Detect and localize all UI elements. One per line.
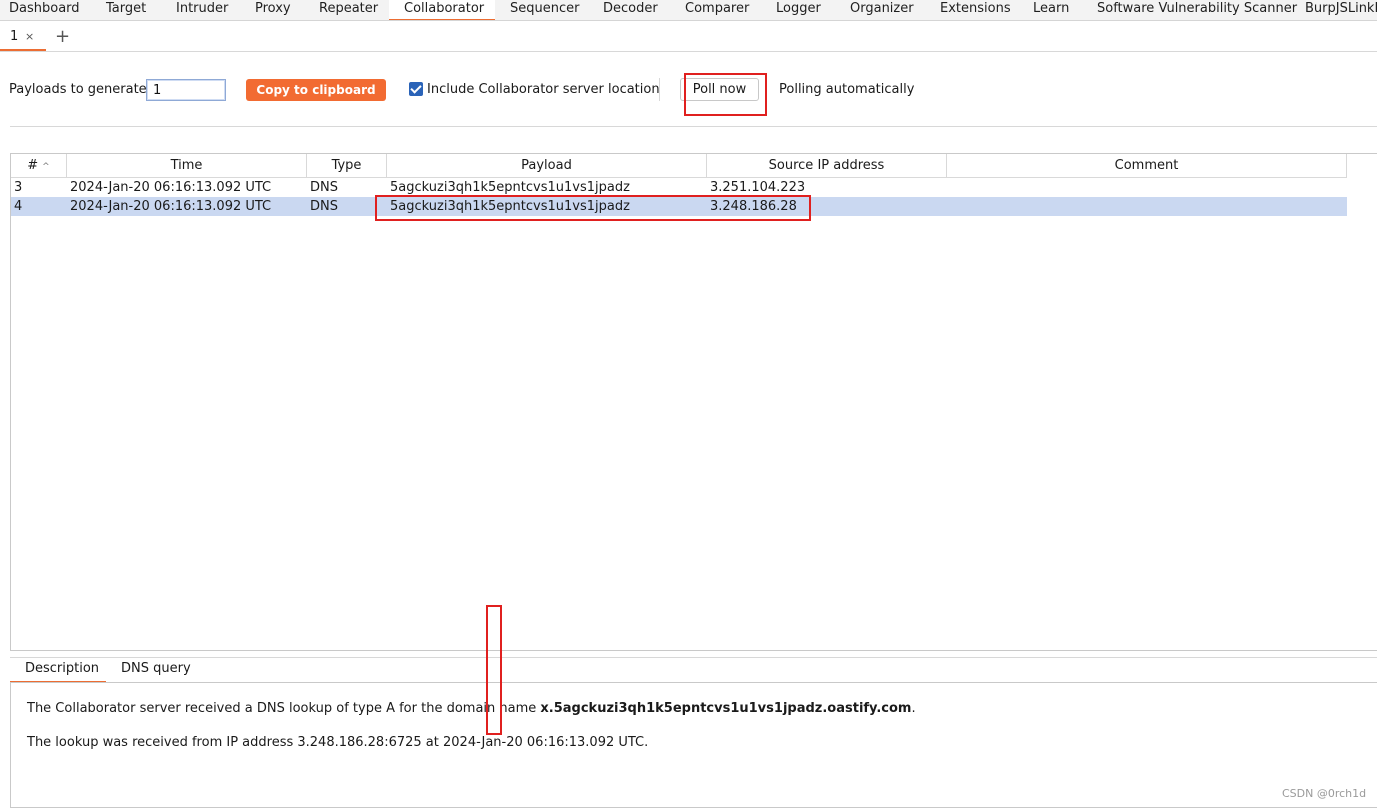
tab-dashboard[interactable]: Dashboard — [9, 0, 80, 20]
sub-tab-1[interactable]: 1 × — [0, 22, 46, 51]
column-header-type[interactable]: Type — [307, 154, 387, 178]
tab-extensions[interactable]: Extensions — [940, 0, 1011, 20]
tab-organizer[interactable]: Organizer — [850, 0, 914, 20]
annotation-box-subdomain — [486, 605, 502, 735]
description-line-source: The lookup was received from IP address … — [27, 735, 649, 750]
annotation-box-payload-ip — [375, 195, 811, 221]
tab-intruder[interactable]: Intruder — [176, 0, 228, 20]
cell-number: 4 — [14, 199, 23, 214]
tab-repeater[interactable]: Repeater — [319, 0, 378, 20]
cell-number: 3 — [14, 180, 23, 195]
payloads-count-input[interactable] — [146, 79, 226, 101]
tab-logger[interactable]: Logger — [776, 0, 821, 20]
column-header-comment[interactable]: Comment — [947, 154, 1347, 178]
description-panel: The Collaborator server received a DNS l… — [10, 682, 1377, 808]
burp-suite-window: Dashboard Target Intruder Proxy Repeater… — [0, 0, 1377, 808]
tab-collaborator[interactable]: Collaborator — [389, 0, 495, 20]
cell-type: DNS — [310, 180, 338, 195]
tab-decoder[interactable]: Decoder — [603, 0, 658, 20]
tab-burpjslinkfinder[interactable]: BurpJSLinkFi — [1305, 0, 1377, 20]
sort-ascending-icon: ^ — [42, 162, 50, 172]
domain-name: x.5agckuzi3qh1k5epntcvs1u1vs1jpadz.oasti… — [540, 701, 912, 716]
cell-type: DNS — [310, 199, 338, 214]
payloads-to-generate-label: Payloads to generate: — [9, 82, 152, 97]
tab-description[interactable]: Description — [10, 661, 106, 683]
copy-to-clipboard-button[interactable]: Copy to clipboard — [246, 79, 386, 101]
tab-software-vulnerability-scanner[interactable]: Software Vulnerability Scanner — [1097, 0, 1297, 20]
description-line-lookup: The Collaborator server received a DNS l… — [27, 701, 916, 716]
include-server-location-checkbox[interactable] — [409, 82, 423, 96]
tab-proxy[interactable]: Proxy — [255, 0, 291, 20]
cell-time: 2024-Jan-20 06:16:13.092 UTC — [70, 199, 272, 214]
include-server-location-label: Include Collaborator server location — [427, 82, 660, 97]
tab-dns-query[interactable]: DNS query — [121, 661, 191, 683]
column-header-time[interactable]: Time — [67, 154, 307, 178]
tab-sequencer[interactable]: Sequencer — [510, 0, 579, 20]
column-header-source-ip[interactable]: Source IP address — [707, 154, 947, 178]
sub-tab-label: 1 — [10, 29, 19, 44]
polling-status-label: Polling automatically — [779, 82, 915, 97]
column-header-payload[interactable]: Payload — [387, 154, 707, 178]
watermark: CSDN @0rch1d — [1282, 787, 1367, 800]
details-tab-bar: Description DNS query — [10, 657, 1377, 683]
main-tab-bar: Dashboard Target Intruder Proxy Repeater… — [0, 0, 1377, 21]
interactions-table: # ^ Time Type Payload Source IP address C… — [10, 153, 1377, 651]
toolbar-divider — [10, 126, 1377, 127]
tab-learn[interactable]: Learn — [1033, 0, 1069, 20]
add-tab-icon[interactable]: + — [55, 26, 70, 47]
annotation-box-poll-now — [684, 73, 767, 116]
toolbar-separator — [659, 78, 660, 101]
cell-time: 2024-Jan-20 06:16:13.092 UTC — [70, 180, 272, 195]
tab-target[interactable]: Target — [106, 0, 146, 20]
column-header-number[interactable]: # ^ — [11, 154, 67, 178]
close-icon[interactable]: × — [25, 30, 34, 43]
collaborator-sub-tab-bar: 1 × + — [0, 22, 1377, 52]
table-header: # ^ Time Type Payload Source IP address C… — [11, 154, 1347, 178]
tab-comparer[interactable]: Comparer — [685, 0, 749, 20]
